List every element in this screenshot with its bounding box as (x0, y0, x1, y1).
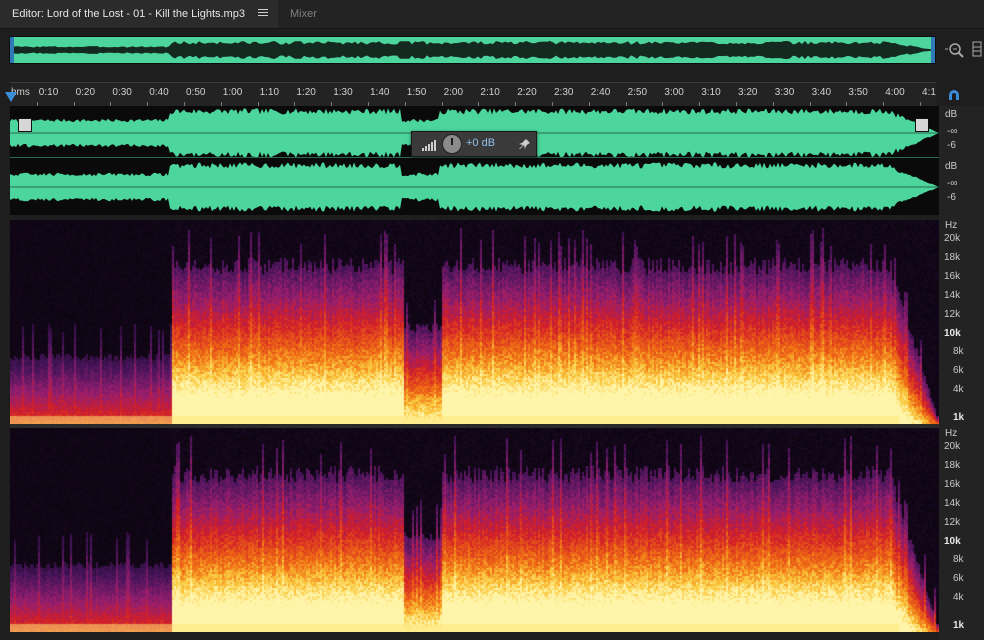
fade-out-handle-icon[interactable] (915, 118, 929, 132)
zoom-icon[interactable] (944, 40, 966, 60)
ruler-time-label: 0:20 (75, 87, 96, 98)
overview-left-handle[interactable] (10, 37, 14, 63)
spectrogram-graphic (10, 220, 939, 424)
frequency-label: 1k (953, 412, 965, 423)
ruler-time-label: 1:20 (296, 87, 316, 98)
amp-scale-label: dB (945, 109, 958, 120)
ruler-time-label: 2:20 (517, 87, 537, 98)
ruler-time-label: 3:00 (664, 87, 684, 98)
snap-magnet-icon[interactable] (946, 86, 962, 102)
ruler-time-label: 0:10 (38, 87, 59, 98)
frequency-scale-channel-1: Hz 20k 18k 16k 14k 12k 10k 8k 6k 4k 1k (939, 220, 984, 424)
frequency-label: 10k (944, 536, 961, 547)
ruler-time-label: 1:10 (259, 87, 280, 98)
frequency-label: 1k (953, 620, 965, 631)
ruler-time-label: 3:30 (774, 87, 795, 98)
frequency-label: 6k (953, 365, 964, 376)
overview-waveform[interactable] (9, 36, 936, 64)
tab-editor-label: Editor: Lord of the Lost - 01 - Kill the… (12, 8, 245, 20)
amp-scale-label: -∞ (947, 126, 958, 137)
tab-mixer-label: Mixer (290, 8, 317, 20)
frequency-scale-channel-2: Hz 20k 18k 16k 14k 12k 10k 8k 6k 4k 1k (939, 428, 984, 632)
volume-knob-icon[interactable] (442, 134, 462, 154)
spectral-view-channel-2[interactable] (10, 428, 939, 632)
ruler-time-label: 2:30 (554, 87, 574, 98)
ruler-time-label: 1:40 (370, 87, 390, 98)
frequency-label: 6k (953, 573, 964, 584)
ruler-time-label: 2:40 (590, 87, 611, 98)
time-ruler[interactable]: hms 0:10 0:20 0:30 0:40 0:50 1:00 1:10 1:20 1:30 1… (10, 82, 936, 106)
amp-scale-label: -∞ (947, 178, 958, 189)
amp-scale-label: -6 (947, 140, 956, 151)
ruler-time-label: 3:50 (848, 87, 868, 98)
vertical-scale: dB -∞ -6 dB -∞ -6 Hz 20k 18k 16k 14k 12k 10k 8k… (939, 106, 984, 640)
channel-divider (10, 157, 939, 158)
frequency-label: 14k (944, 290, 961, 301)
frequency-label: 4k (953, 592, 964, 603)
frequency-label: 8k (953, 554, 964, 565)
volume-value[interactable]: +0 dB (466, 137, 495, 149)
frequency-label: 16k (944, 479, 961, 490)
frequency-label: 18k (944, 252, 961, 263)
amp-scale-label: dB (945, 161, 958, 172)
amp-scale-label: -6 (947, 192, 956, 203)
frequency-label: 12k (944, 309, 961, 320)
panel-menu-icon[interactable] (972, 40, 982, 58)
frequency-label: 14k (944, 498, 961, 509)
spectrogram-graphic (10, 428, 939, 632)
overview-right-handle[interactable] (931, 37, 935, 63)
view-splitter-handle[interactable] (498, 213, 522, 224)
ruler-time-label: 1:50 (406, 87, 427, 98)
frequency-unit-label: Hz (945, 220, 958, 231)
ruler-time-label: 0:40 (149, 87, 169, 98)
ruler-time-label: 3:40 (811, 87, 832, 98)
ruler-time-label: 2:50 (627, 87, 648, 98)
frequency-label: 4k (953, 384, 964, 395)
frequency-label: 20k (944, 441, 961, 452)
frequency-label: 8k (953, 346, 964, 357)
spectral-view-channel-1[interactable] (10, 220, 939, 424)
ruler-time-label: 0:50 (186, 87, 206, 98)
waveform-graphic (10, 106, 939, 215)
ruler-time-label: 3:10 (701, 87, 721, 98)
ruler-time-label: 2:00 (443, 87, 464, 98)
volume-hud[interactable]: +0 dB (411, 131, 537, 157)
tab-bar: Editor: Lord of the Lost - 01 - Kill the… (0, 0, 984, 29)
frequency-unit-label: Hz (945, 428, 958, 439)
ruler-time-label: 1:30 (333, 87, 353, 98)
hamburger-icon[interactable] (258, 9, 268, 17)
ruler-time-label: 0:30 (112, 87, 132, 98)
ruler-time-label: 1:00 (222, 87, 243, 98)
level-meter-icon (422, 138, 436, 151)
tab-mixer[interactable]: Mixer (290, 0, 317, 28)
tab-editor[interactable]: Editor: Lord of the Lost - 01 - Kill the… (0, 0, 278, 28)
frequency-label: 10k (944, 328, 961, 339)
frequency-label: 18k (944, 460, 961, 471)
waveform-view[interactable] (10, 106, 939, 215)
overview-waveform-graphic (10, 41, 934, 59)
pin-icon[interactable] (519, 137, 531, 149)
ruler-time-label: 2:10 (480, 87, 500, 98)
frequency-label: 20k (944, 233, 961, 244)
playhead-marker[interactable] (5, 92, 17, 102)
frequency-label: 12k (944, 517, 961, 528)
frequency-label: 16k (944, 271, 961, 282)
ruler-time-label: 4:1 (922, 87, 936, 98)
fade-in-handle-icon[interactable] (18, 118, 32, 132)
ruler-time-label: 4:00 (885, 87, 905, 98)
ruler-time-label: 3:20 (738, 87, 758, 98)
